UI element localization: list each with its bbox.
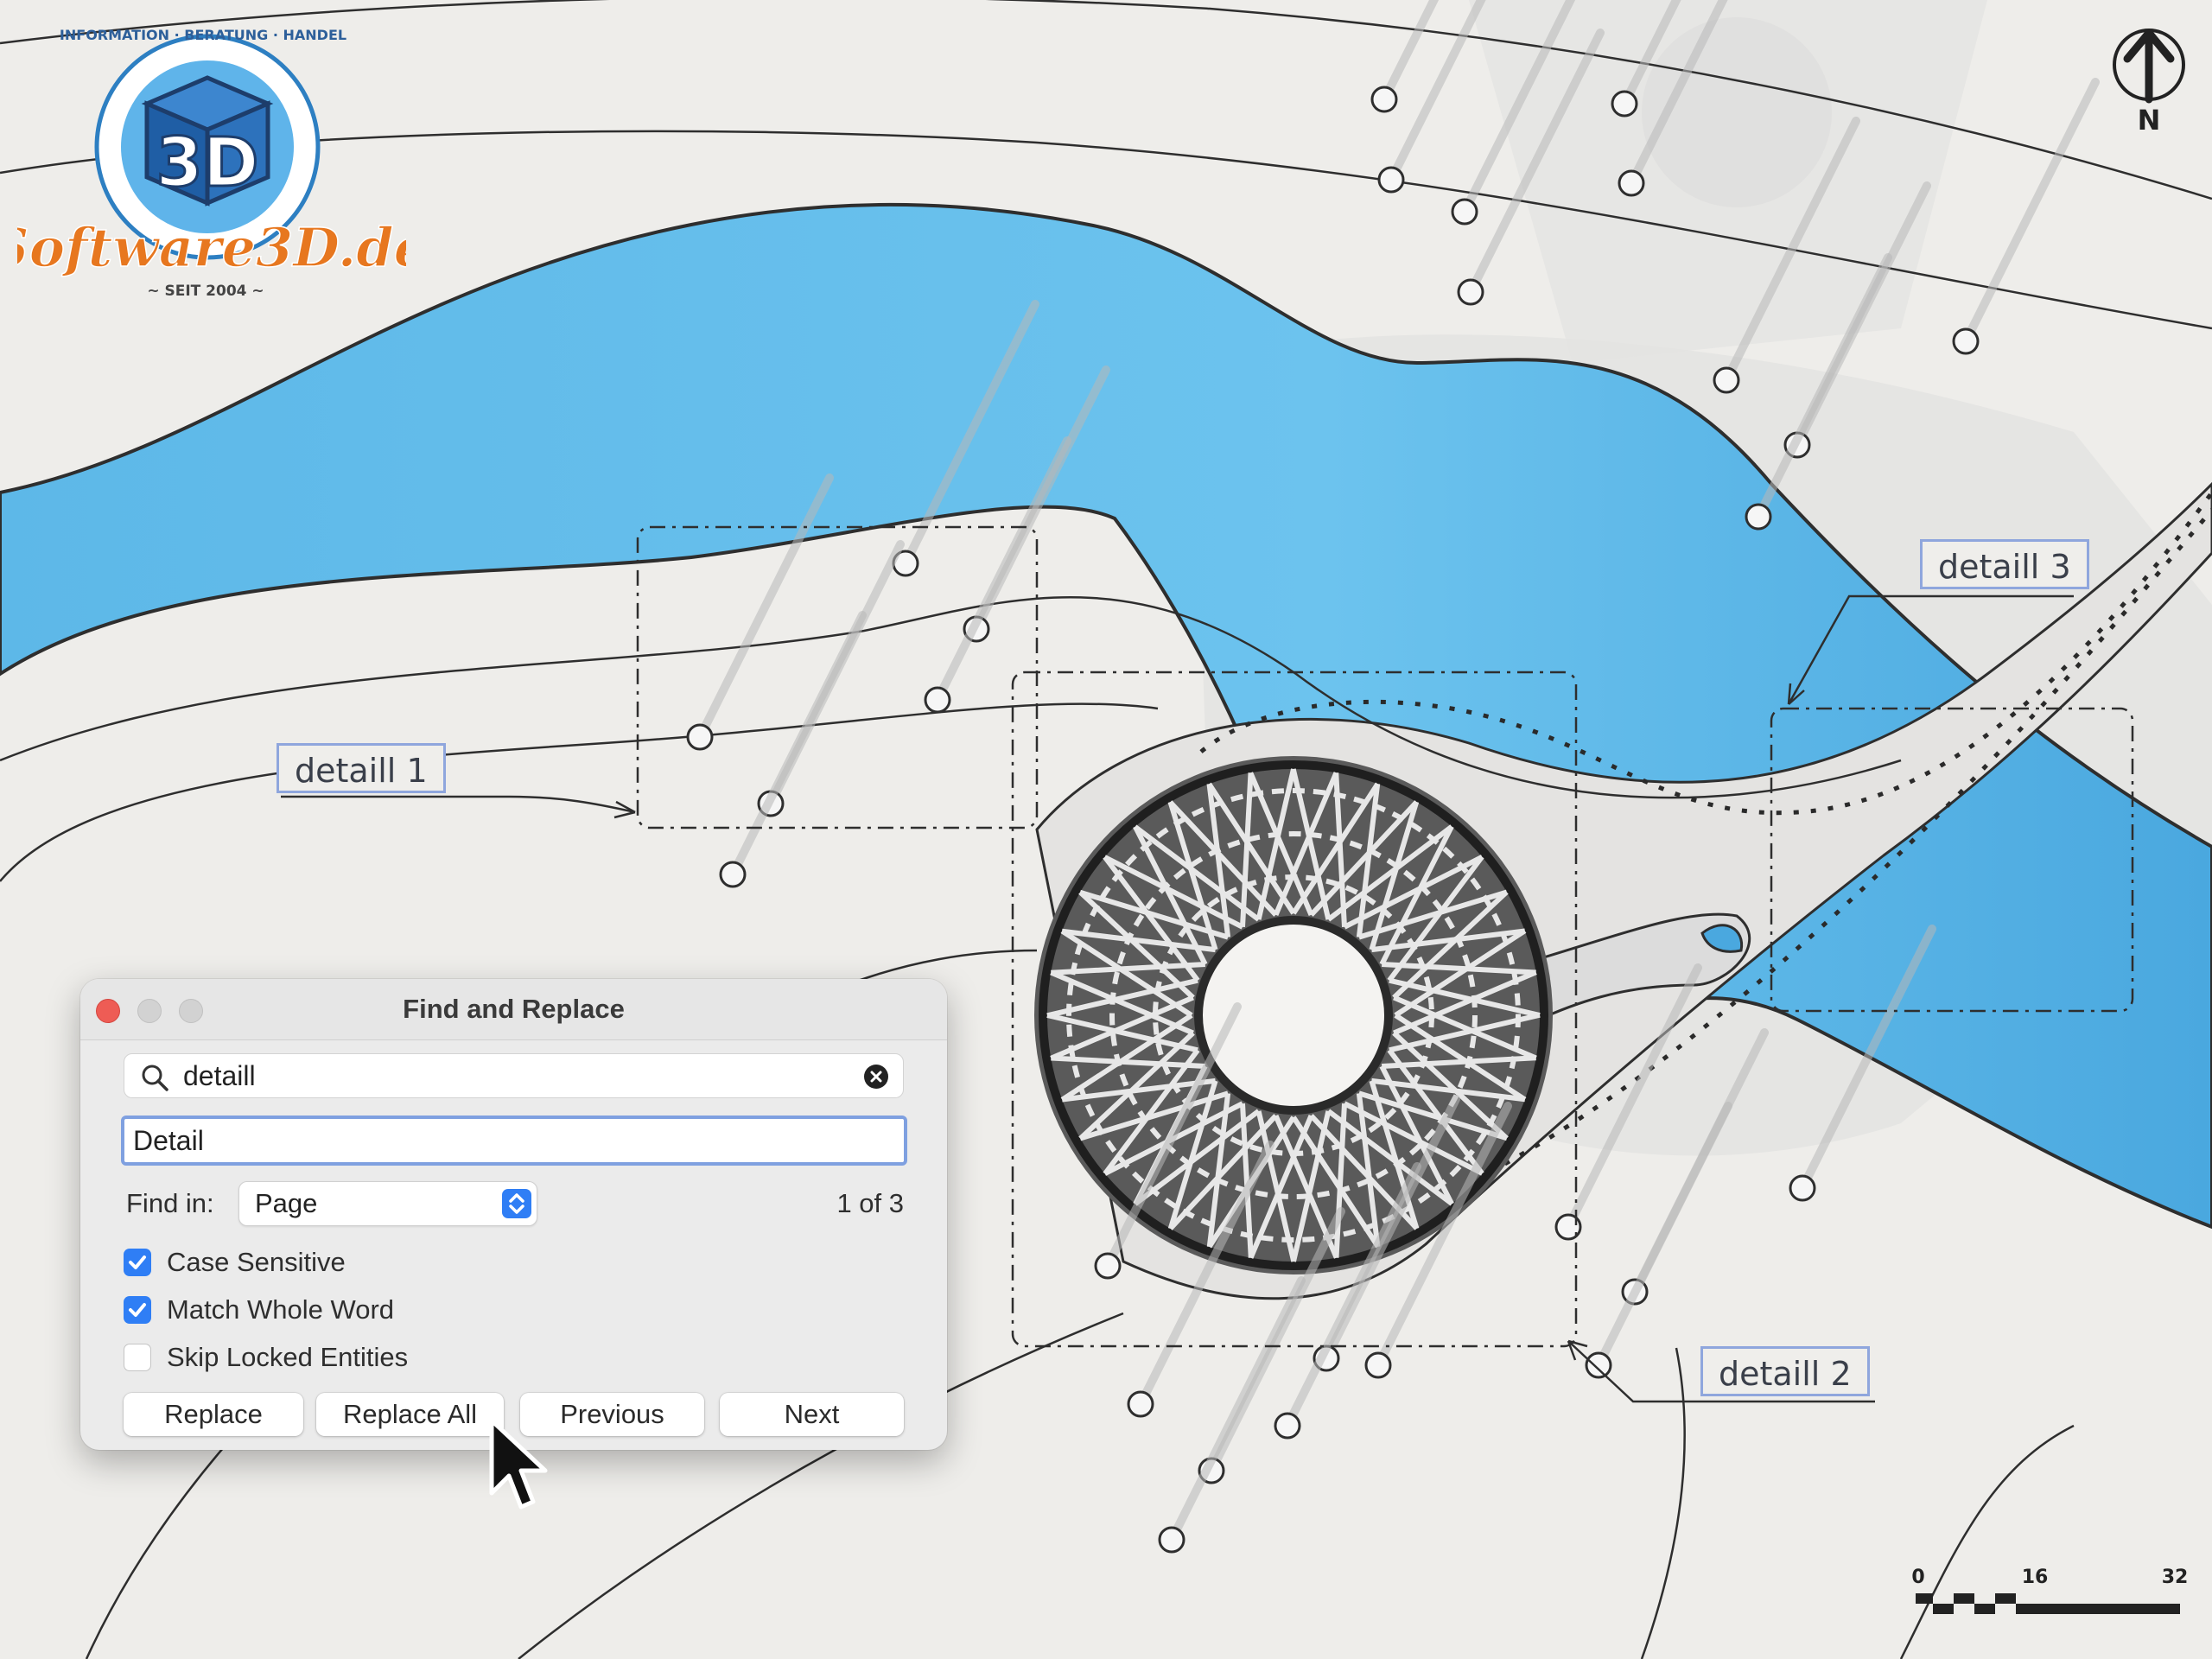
match-whole-word-checkbox[interactable] (124, 1296, 151, 1324)
find-in-value: Page (255, 1188, 318, 1218)
case-sensitive-label: Case Sensitive (167, 1247, 346, 1277)
scale-tick-0: 0 (1911, 1567, 1924, 1588)
checkmark-icon (129, 1303, 146, 1317)
match-count: 1 of 3 (836, 1188, 904, 1218)
find-replace-dialog: Find and Replace detaill Detail Find in:… (80, 979, 947, 1450)
skip-locked-label: Skip Locked Entities (167, 1342, 409, 1372)
dialog-title: Find and Replace (403, 994, 625, 1024)
lattice-ring (1034, 756, 1553, 1274)
detail-label-2: detaill 2 (1700, 1346, 1870, 1396)
replace-button[interactable]: Replace (124, 1393, 303, 1436)
replace-input-value: Detail (133, 1125, 204, 1156)
checkmark-icon (129, 1255, 146, 1269)
match-whole-word-label: Match Whole Word (167, 1294, 395, 1325)
logo-since: ~ SEIT 2004 ~ (147, 283, 264, 300)
scale-tick-32: 32 (2162, 1567, 2189, 1588)
search-input[interactable]: detaill (124, 1053, 904, 1098)
case-sensitive-checkbox[interactable] (124, 1249, 151, 1276)
logo-wordmark: Software3D.de (17, 216, 406, 279)
next-button[interactable]: Next (720, 1393, 904, 1436)
scale-bar: 0 16 32 (1911, 1567, 2189, 1614)
dialog-titlebar[interactable]: Find and Replace (80, 979, 947, 1040)
north-arrow-icon: N (2113, 29, 2185, 137)
detail-label-3: detaill 3 (1920, 539, 2089, 589)
replace-all-button[interactable]: Replace All (316, 1393, 504, 1436)
detail-label-1: detaill 1 (276, 743, 446, 793)
search-input-value: detaill (183, 1060, 256, 1091)
search-icon (142, 1065, 168, 1091)
logo-badge: 3D (156, 124, 258, 202)
updown-chevron-icon (502, 1189, 531, 1218)
north-label: N (2138, 104, 2161, 137)
find-in-label: Find in: (126, 1188, 214, 1218)
software3d-logo: INFORMATION · BERATUNG · HANDEL 3D Softw… (17, 27, 406, 300)
logo-ring-text: INFORMATION · BERATUNG · HANDEL (60, 27, 346, 43)
find-in-select[interactable]: Page (238, 1181, 537, 1226)
scale-tick-16: 16 (2022, 1567, 2049, 1588)
mouse-pointer-icon (489, 1418, 548, 1510)
skip-locked-checkbox[interactable] (124, 1344, 151, 1371)
replace-input[interactable]: Detail (121, 1116, 907, 1166)
clear-search-icon[interactable] (863, 1064, 889, 1090)
